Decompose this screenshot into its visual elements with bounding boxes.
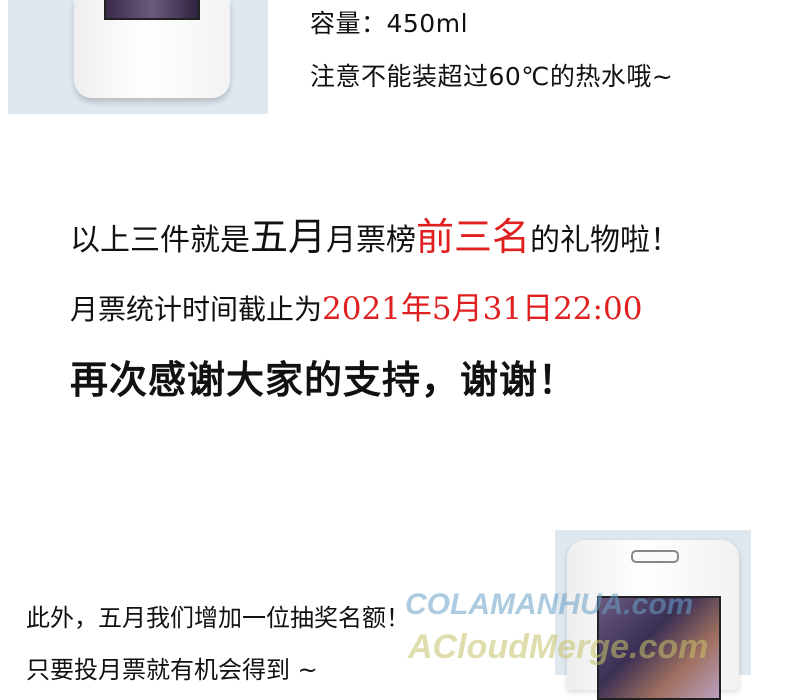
lottery-announcement: 此外，五月我们增加一位抽奖名额！ — [26, 604, 410, 632]
thanks-text: 再次感谢大家的支持，谢谢！ — [70, 358, 578, 402]
bottle-handle — [631, 550, 679, 563]
line1-suffix: 的礼物啦！ — [530, 223, 681, 258]
product-image-bottom — [555, 530, 751, 700]
announcement-line-2: 月票统计时间截止为2021年5月31日22:00 — [70, 283, 642, 328]
bottle-print-artwork — [597, 596, 721, 700]
top-three-highlight: 前三名 — [416, 215, 531, 259]
deadline-label: 月票统计时间截止为 — [70, 293, 323, 326]
water-bottle-image-bottom — [567, 540, 739, 700]
ranking-name: 月票榜 — [326, 223, 417, 258]
bottle-print-window — [104, 0, 200, 20]
month-highlight: 五月 — [250, 215, 327, 259]
lottery-condition: 只要投月票就有机会得到 ~ — [26, 656, 318, 684]
product-image-top — [8, 0, 268, 114]
line1-prefix: 以上三件就是 — [70, 223, 250, 258]
deadline-date: 2021年5月31日22:00 — [322, 291, 643, 327]
capacity-text: 容量：450ml — [310, 9, 469, 38]
announcement-line-1: 以上三件就是五月月票榜前三名的礼物啦！ — [70, 206, 680, 261]
temperature-warning-text: 注意不能装超过60℃的热水哦~ — [310, 62, 674, 91]
water-bottle-image — [74, 0, 230, 98]
